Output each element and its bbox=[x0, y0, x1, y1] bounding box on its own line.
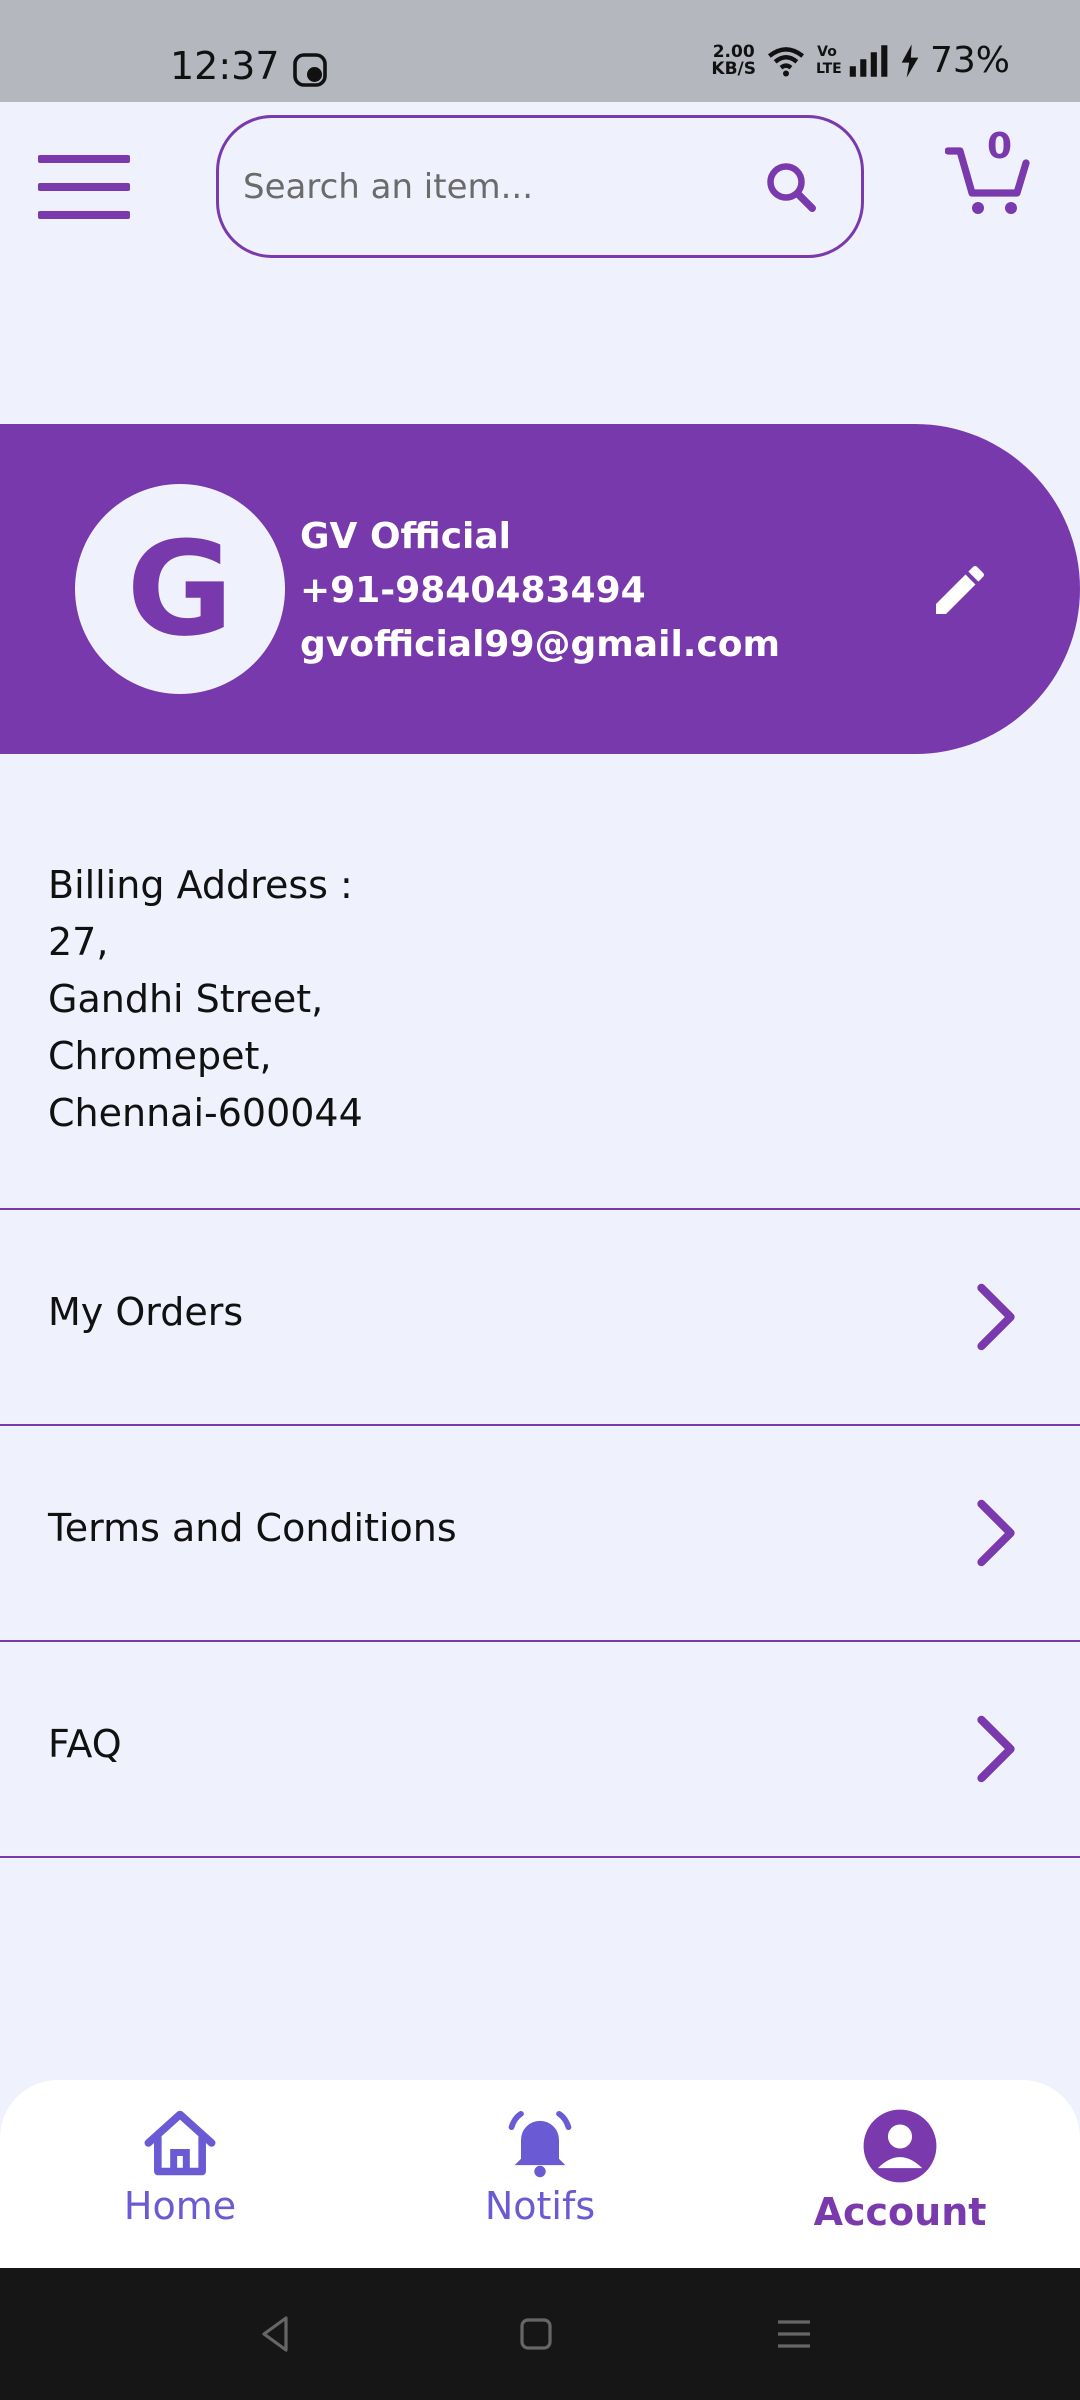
nav-notifs[interactable]: Notifs bbox=[410, 2108, 670, 2228]
profile-card: G GV Official +91-9840483494 gvofficial9… bbox=[0, 424, 1080, 754]
bottom-navigation: Home Notifs Account bbox=[0, 2080, 1080, 2268]
chevron-right-icon bbox=[977, 1715, 1015, 1783]
nav-home-label: Home bbox=[123, 2184, 237, 2228]
cart-button[interactable]: 0 bbox=[944, 126, 1035, 220]
bell-icon bbox=[508, 2111, 572, 2178]
wifi-icon bbox=[767, 46, 805, 76]
home-square-icon[interactable] bbox=[516, 2314, 556, 2354]
battery-level: 73% bbox=[929, 40, 1010, 81]
volte-badge: Vo LTE bbox=[815, 43, 842, 77]
menu-item-label: My Orders bbox=[48, 1290, 244, 1334]
messenger-notification-icon bbox=[293, 53, 327, 87]
signal-icon bbox=[849, 44, 888, 77]
menu-item-terms[interactable]: Terms and Conditions bbox=[0, 1426, 1080, 1641]
avatar: G bbox=[75, 484, 285, 694]
edit-pencil-icon[interactable] bbox=[928, 558, 992, 622]
profile-info: GV Official +91-9840483494 gvofficial99@… bbox=[300, 510, 780, 672]
recents-menu-icon[interactable] bbox=[774, 2314, 814, 2354]
search-icon[interactable] bbox=[761, 157, 821, 217]
nav-home[interactable]: Home bbox=[50, 2108, 310, 2228]
profile-name: GV Official bbox=[300, 516, 512, 557]
status-bar: 12:37 2.00 KB/S Vo LTE 73% bbox=[0, 0, 1080, 102]
menu-item-faq[interactable]: FAQ bbox=[0, 1642, 1080, 1857]
charging-icon bbox=[901, 43, 919, 78]
billing-line: Gandhi Street, bbox=[48, 977, 324, 1021]
back-icon[interactable] bbox=[256, 2314, 296, 2354]
menu-item-label: FAQ bbox=[48, 1722, 122, 1766]
home-icon bbox=[144, 2110, 216, 2176]
chevron-right-icon bbox=[977, 1499, 1015, 1567]
status-indicators: 2.00 KB/S Vo LTE 73% bbox=[711, 40, 1010, 81]
search-bar[interactable] bbox=[216, 115, 864, 258]
chevron-right-icon bbox=[977, 1283, 1015, 1351]
billing-address: Billing Address : 27, Gandhi Street, Chr… bbox=[48, 857, 363, 1142]
divider bbox=[0, 1856, 1080, 1858]
billing-line: Chromepet, bbox=[48, 1034, 272, 1078]
nav-account[interactable]: Account bbox=[770, 2108, 1030, 2234]
billing-line: Chennai-600044 bbox=[48, 1091, 363, 1135]
status-time: 12:37 bbox=[170, 44, 280, 88]
account-screen: 12:37 2.00 KB/S Vo LTE 73% Search an ite… bbox=[0, 0, 1080, 2400]
profile-email: gvofficial99@gmail.com bbox=[300, 624, 781, 665]
cart-count-badge: 0 bbox=[987, 126, 1013, 167]
hamburger-menu-icon[interactable] bbox=[38, 155, 130, 219]
search-input[interactable] bbox=[243, 166, 761, 207]
menu-item-label: Terms and Conditions bbox=[48, 1506, 457, 1550]
account-circle-icon bbox=[863, 2109, 937, 2183]
profile-phone: +91-9840483494 bbox=[300, 570, 646, 611]
billing-heading: Billing Address : bbox=[48, 863, 353, 907]
nav-account-label: Account bbox=[813, 2190, 987, 2234]
billing-line: 27, bbox=[48, 920, 109, 964]
system-navigation-bar bbox=[0, 2268, 1080, 2400]
menu-item-my-orders[interactable]: My Orders bbox=[0, 1210, 1080, 1425]
network-speed: 2.00 KB/S bbox=[711, 41, 756, 79]
nav-notifs-label: Notifs bbox=[484, 2184, 596, 2228]
